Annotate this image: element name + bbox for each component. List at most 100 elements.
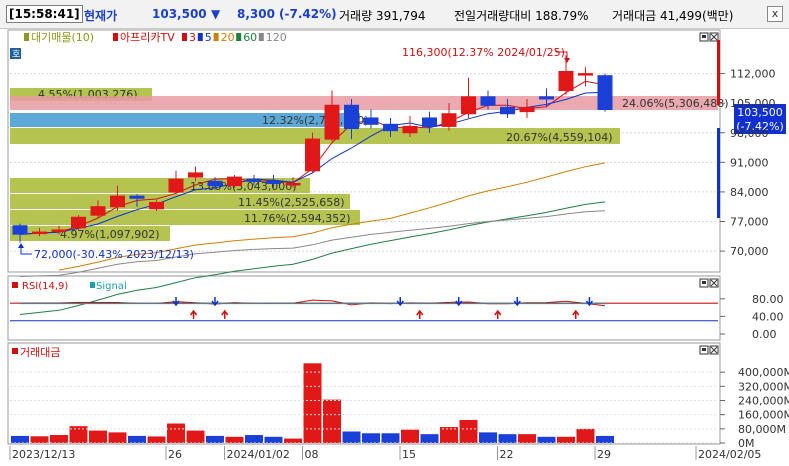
current-price: 103,500 [152,7,207,21]
trading-value-bar [245,435,263,443]
trading-value-bar [401,429,419,443]
candle-body [12,225,28,235]
date-tick-label: 2024/01/02 [227,448,290,461]
trading-value-bar [420,434,439,443]
volume-tick-label: 240,000M [738,395,789,408]
candle-body [324,104,340,140]
trading-value-bar [128,435,146,443]
candle-body [168,178,184,193]
trading-value-bar [498,434,517,443]
trading-amount: 거래대금 41,499(백만) [612,9,734,23]
volume-profile-label: 4.97%(1,097,902) [60,228,160,241]
price-tick-label: 77,000 [730,216,769,229]
candle-body [90,206,106,216]
price-change-percent: (-7.42%) [279,7,337,21]
trading-value-bar [459,419,478,443]
rsi-tick-label: 0.00 [752,328,777,341]
trading-value-bar [323,399,341,443]
close-icon[interactable]: x [767,6,783,22]
date-tick-label: 29 [597,448,611,461]
trading-value-bar [557,436,575,443]
trading-value-bar [537,436,556,443]
date-tick-label: 2023/12/13 [12,448,75,461]
trading-value-bar [147,436,166,443]
date-tick-label: 22 [500,448,514,461]
legend-item: 60 [243,31,257,44]
legend-swatch [258,33,264,41]
trading-value-bar [206,435,224,443]
candle-body [71,216,86,229]
date-tick-label: 26 [168,448,182,461]
volume-profile-label: 11.76%(2,594,352) [244,212,351,225]
candle-body [539,96,554,100]
legend-item: 아프리카TV [120,31,175,44]
high-annotation: 116,300(12.37% 2024/01/25) [402,46,565,59]
volume-tick-label: 320,000M [738,380,789,393]
candle-body [441,113,457,127]
trading-value-bar [108,432,127,443]
right-up-bar [717,40,720,105]
candle-body [110,195,125,208]
candle-body [32,231,47,235]
candle-body [227,176,242,187]
price-tick-label: 84,000 [730,186,769,199]
candle-body [461,96,476,115]
stock-chart[interactable]: 4.55%(1,003,276)24.06%(5,306,488)12.32%(… [0,28,789,466]
rsi-tick-label: 40.00 [752,310,784,323]
legend-item: 20 [221,31,235,44]
price-legend: 대기매물(10) 아프리카TV 3 5 20 60 120 [24,31,287,44]
clock-time: [15:58:41] [6,5,83,23]
candle-body [402,125,418,134]
candle-body [363,117,379,125]
legend-swatch [236,33,242,41]
trading-value-bar [576,428,595,443]
rsi-tick-label: 80.00 [752,293,784,306]
price-tick-label: 91,000 [730,156,769,169]
trading-value-bar [440,427,458,443]
price-tick-label: 105,000 [730,97,776,110]
legend-item: 120 [266,31,287,44]
trading-value-bar [186,430,205,443]
current-price-label: 현재가 [84,9,118,23]
candle-body [305,138,320,172]
candle-body [149,201,164,210]
volume-tick-label: 400,000M [738,366,789,379]
trading-value-bar [225,436,244,443]
candle-body [480,96,496,106]
volume-tick-label: 80,000M [738,423,786,436]
date-tick-label: 15 [402,448,416,461]
trading-value-bar [381,433,400,443]
candle-body [597,75,613,111]
volume-profile-label: 24.06%(5,306,488) [622,97,729,110]
candle-body [344,104,359,130]
legend-item: 3 [189,31,196,44]
legend-swatch [113,33,118,41]
candle-body [207,180,223,187]
trading-value-bar [362,433,380,443]
price-tick-label: 112,000 [730,68,776,81]
volume-profile-label: 11.45%(2,525,658) [238,196,345,209]
legend-swatch [213,33,219,41]
legend-item: 대기매물(10) [31,31,94,44]
candle-body [383,123,398,132]
candle-body [578,73,593,76]
trading-value-bar [303,363,322,443]
low-annotation: 72,000(-30.43% 2023/12/13) [34,248,194,261]
right-down-bar [717,128,720,218]
trading-value-bar [518,434,536,443]
trading-value-bar [89,430,107,443]
candle-body [129,195,145,199]
trading-value-bar [479,432,497,443]
top-status-bar: [15:58:41] 현재가 103,500 ▼ 8,300 (-7.42%) … [0,0,789,29]
trading-value-bar [596,435,614,443]
candle-body [422,117,437,127]
price-tick-label: 70,000 [730,245,769,258]
date-tick-label: 08 [305,448,319,461]
price-tick-label: 98,000 [730,127,769,140]
candle-body [519,106,535,113]
trading-value-bar [11,435,29,443]
candle-body [285,182,301,186]
legend-swatch [197,33,203,41]
volume-text: 거래량 391,794 [339,9,426,23]
volume-profile-label: 20.67%(4,559,104) [506,131,613,144]
